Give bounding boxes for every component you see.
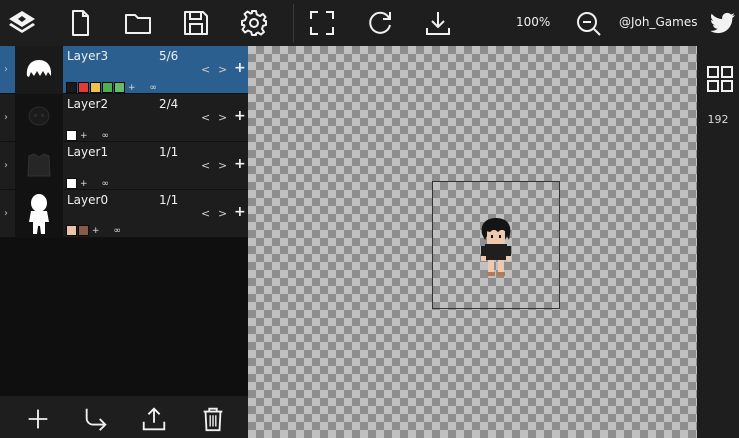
layer-thumbnail [15, 190, 63, 238]
add-color-icon[interactable]: + [80, 179, 88, 189]
layer-name: Layer1 [67, 145, 109, 159]
refresh-button[interactable] [363, 6, 397, 40]
right-panel: 192 [697, 46, 739, 438]
app-logo-button[interactable] [5, 6, 39, 40]
download-button[interactable] [421, 6, 455, 40]
add-layer-button[interactable] [23, 404, 53, 434]
open-folder-button[interactable] [121, 6, 155, 40]
layer-name: Layer2 [67, 97, 109, 111]
expand-chevron-icon[interactable]: › [4, 64, 8, 75]
add-color-icon[interactable]: + [80, 131, 88, 141]
grid-view-icon[interactable] [707, 66, 733, 92]
twitter-handle[interactable]: @Joh_Games [619, 15, 697, 29]
color-swatch[interactable] [78, 225, 89, 236]
move-left-icon[interactable]: < [201, 63, 210, 76]
save-icon [184, 11, 208, 35]
canvas-size-label: 192 [707, 113, 729, 126]
layer-frame-count: 1/1 [159, 193, 179, 207]
layer-palette: + ∞ [66, 178, 109, 189]
add-frame-button[interactable]: + [234, 108, 246, 124]
save-button[interactable] [179, 6, 213, 40]
zoom-out-icon [577, 12, 601, 36]
color-swatch[interactable] [102, 82, 113, 93]
zoom-out-button[interactable] [571, 6, 605, 40]
link-icon[interactable]: ∞ [102, 179, 110, 189]
layer-thumbnail [15, 46, 63, 94]
add-icon [28, 409, 48, 429]
new-file-icon [72, 10, 89, 36]
merge-icon [85, 408, 107, 431]
expand-chevron-icon[interactable]: › [4, 208, 8, 219]
move-left-icon[interactable]: < [201, 207, 210, 220]
layer-palette: + ∞ [66, 225, 121, 236]
top-toolbar: 100% @Joh_Games [0, 0, 739, 46]
folder-icon [125, 14, 151, 34]
layers-bottom-bar [0, 396, 248, 438]
move-right-icon[interactable]: > [218, 207, 227, 220]
move-left-icon[interactable]: < [201, 159, 210, 172]
link-icon[interactable]: ∞ [114, 226, 122, 236]
trash-icon [203, 407, 223, 432]
link-icon[interactable]: ∞ [102, 131, 110, 141]
merge-layer-button[interactable] [81, 404, 111, 434]
expand-chevron-icon[interactable]: › [4, 112, 8, 123]
move-right-icon[interactable]: > [218, 111, 227, 124]
layer-frame-count: 1/1 [159, 145, 179, 159]
move-right-icon[interactable]: > [218, 159, 227, 172]
settings-icon [241, 10, 267, 36]
color-swatch[interactable] [66, 178, 77, 189]
new-file-button[interactable] [63, 6, 97, 40]
add-frame-button[interactable]: + [234, 156, 246, 172]
character-sprite [481, 218, 511, 276]
fullscreen-icon [310, 11, 334, 35]
refresh-icon [369, 11, 391, 34]
twitter-icon [710, 12, 735, 34]
delete-layer-button[interactable] [198, 404, 228, 434]
layer-name: Layer3 [67, 49, 109, 63]
expand-chevron-icon[interactable]: › [4, 160, 8, 171]
settings-button[interactable] [237, 6, 271, 40]
color-swatch[interactable] [66, 225, 77, 236]
app-logo-icon [9, 11, 35, 33]
fullscreen-button[interactable] [305, 6, 339, 40]
layer-thumbnail [15, 142, 63, 190]
export-icon [142, 407, 166, 431]
add-color-icon[interactable]: + [92, 226, 100, 236]
layer-thumbnail [15, 94, 63, 142]
add-frame-button[interactable]: + [234, 204, 246, 220]
move-left-icon[interactable]: < [201, 111, 210, 124]
layer-palette: + ∞ [66, 130, 109, 141]
toolbar-divider [293, 4, 294, 42]
layers-panel: › Layer3 5/6 < > + + ∞ › Layer2 2/4 < > … [0, 46, 248, 438]
move-right-icon[interactable]: > [218, 63, 227, 76]
download-icon [426, 12, 450, 35]
add-frame-button[interactable]: + [234, 60, 246, 76]
add-color-icon[interactable]: + [128, 83, 136, 93]
layer-row[interactable]: › Layer2 2/4 < > + + ∞ [0, 94, 248, 142]
zoom-level: 100% [516, 15, 551, 29]
link-icon[interactable]: ∞ [150, 83, 158, 93]
color-swatch[interactable] [90, 82, 101, 93]
color-swatch[interactable] [78, 82, 89, 93]
layer-row[interactable]: › Layer0 1/1 < > + + ∞ [0, 190, 248, 238]
twitter-button[interactable] [705, 6, 739, 40]
color-swatch[interactable] [66, 82, 77, 93]
layer-palette: + ∞ [66, 82, 157, 93]
layer-frame-count: 2/4 [159, 97, 179, 111]
export-layer-button[interactable] [139, 404, 169, 434]
drawing-canvas[interactable] [248, 46, 697, 438]
color-swatch[interactable] [114, 82, 125, 93]
layer-row[interactable]: › Layer3 5/6 < > + + ∞ [0, 46, 248, 94]
layer-row[interactable]: › Layer1 1/1 < > + + ∞ [0, 142, 248, 190]
layer-frame-count: 5/6 [159, 49, 179, 63]
color-swatch[interactable] [66, 130, 77, 141]
layer-name: Layer0 [67, 193, 109, 207]
